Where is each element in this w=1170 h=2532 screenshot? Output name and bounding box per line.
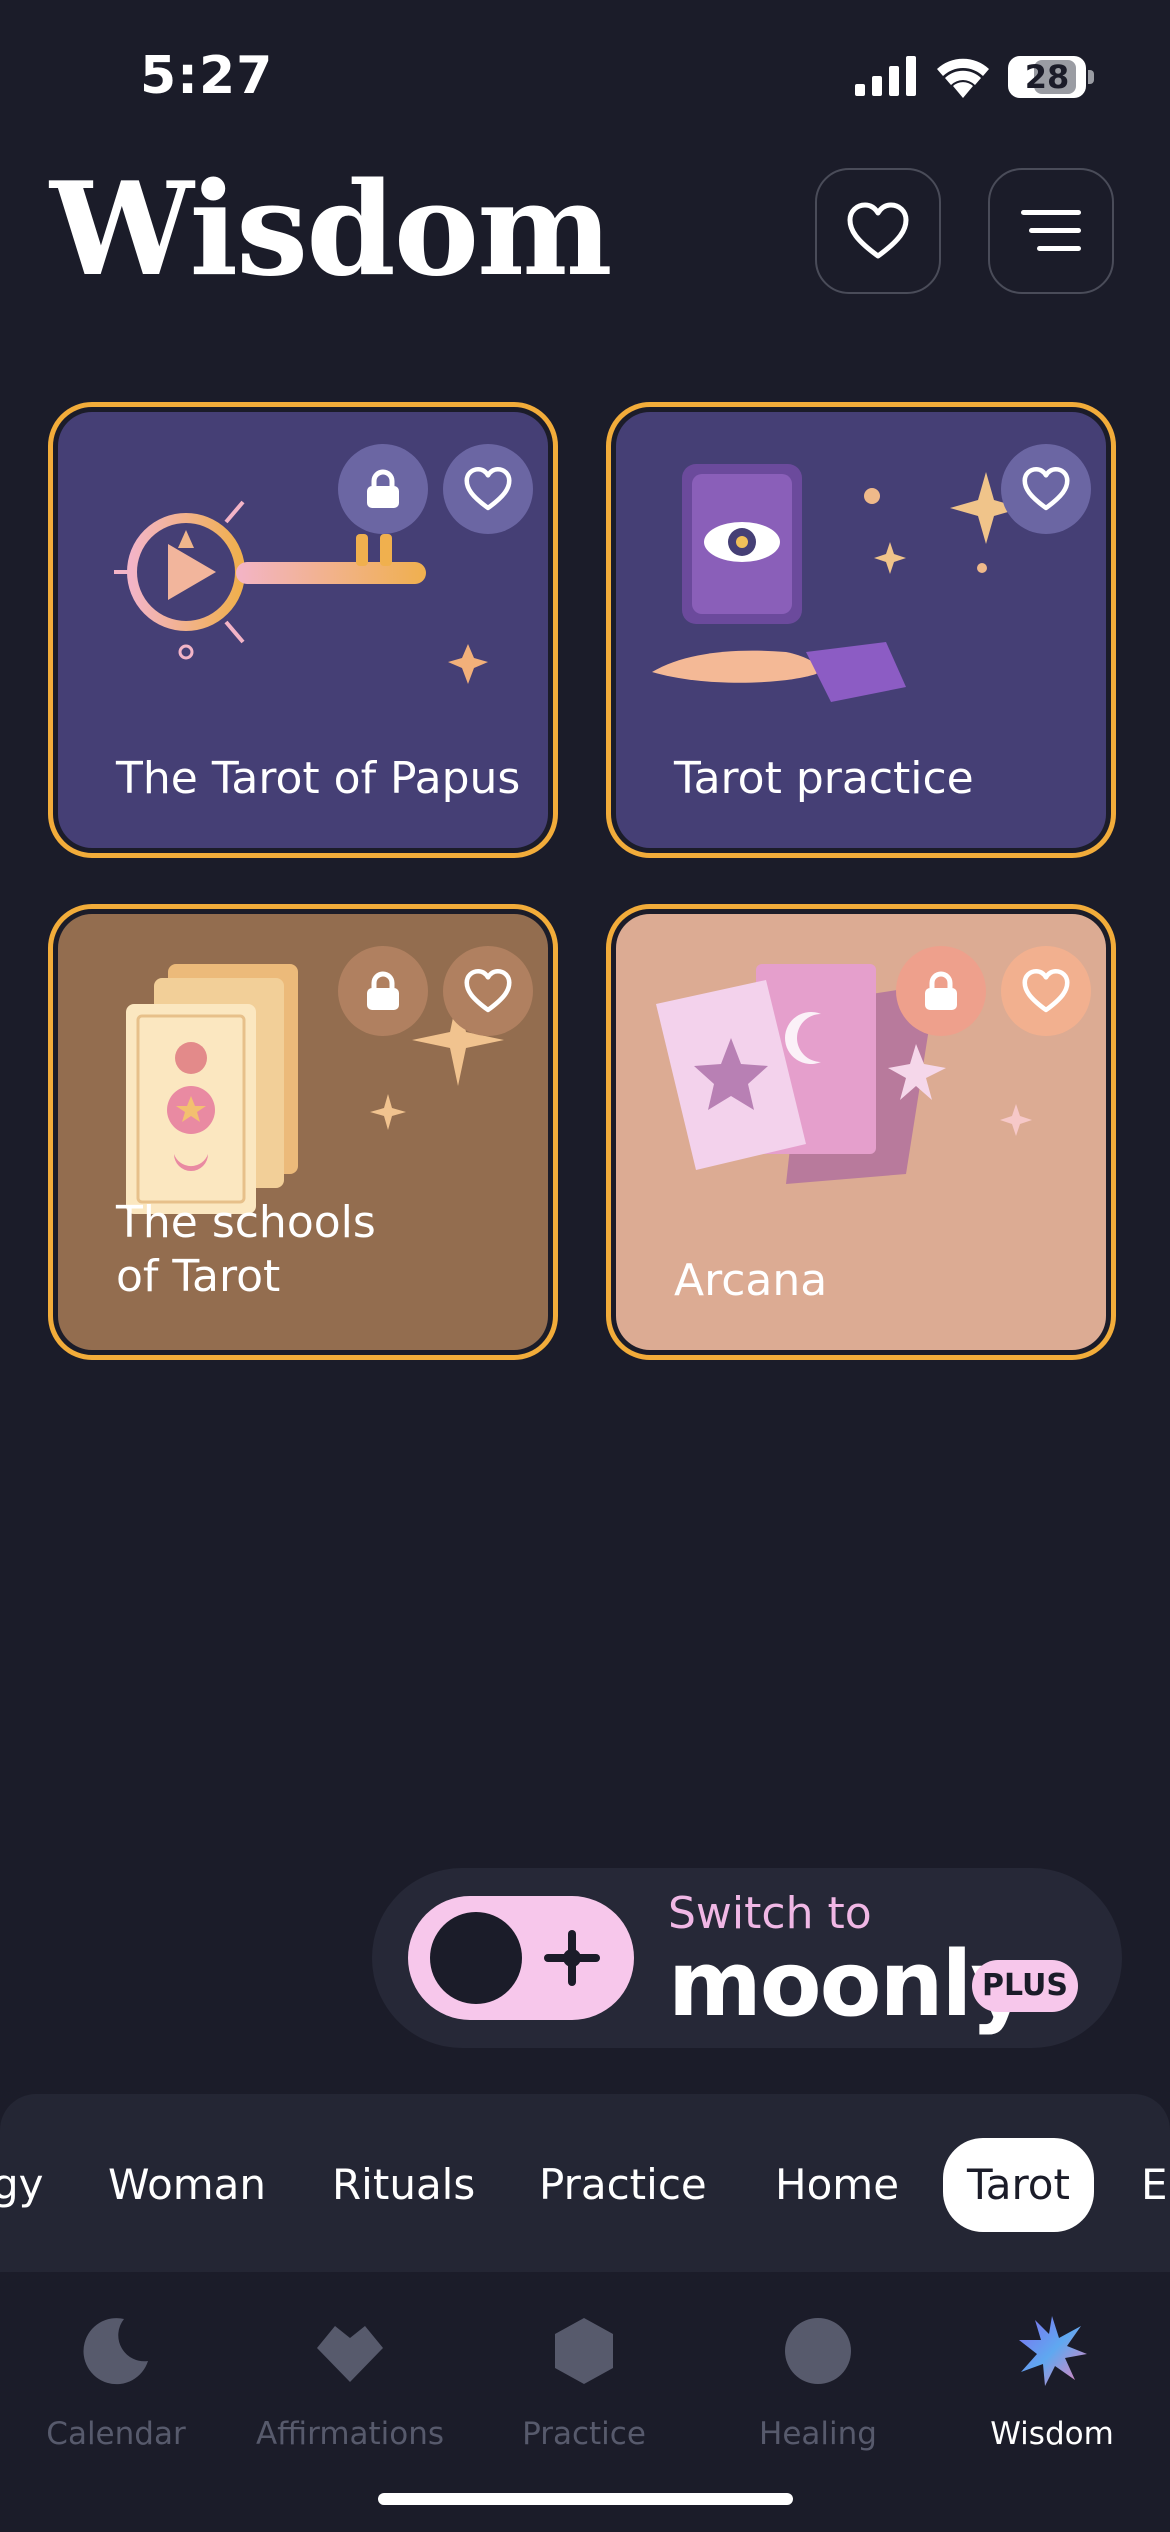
- key-illustration: [114, 500, 488, 684]
- category-item-home[interactable]: Home: [775, 2138, 899, 2232]
- tab-affirmations[interactable]: Affirmations: [240, 2308, 460, 2452]
- category-item-tarot[interactable]: Tarot: [943, 2138, 1094, 2232]
- plus-icon: [544, 1930, 600, 1986]
- heart-outline-icon: [1022, 467, 1070, 511]
- heart-outline-icon: [464, 467, 512, 511]
- lock-icon: [925, 971, 957, 1010]
- battery-nub: [1088, 70, 1094, 84]
- card-title: The schools of Tarot: [116, 1196, 376, 1304]
- card-background: The Tarot of Papus: [58, 412, 548, 848]
- battery-percent: 28: [1024, 58, 1070, 96]
- category-item-practice[interactable]: Practice: [539, 2138, 707, 2232]
- favorites-button[interactable]: [815, 168, 941, 294]
- lock-icon: [367, 469, 399, 508]
- card-arcana[interactable]: Arcana: [606, 904, 1116, 1360]
- category-item[interactable]: En: [1141, 2138, 1170, 2232]
- favorite-button[interactable]: [443, 444, 533, 534]
- status-time: 5:27: [140, 46, 274, 106]
- page-title: Wisdom: [50, 155, 612, 305]
- tab-label: Practice: [522, 2416, 646, 2452]
- heart-outline-icon: [847, 202, 909, 259]
- lock-badge: [338, 946, 428, 1036]
- tab-practice[interactable]: Practice: [474, 2308, 694, 2452]
- category-item[interactable]: gy: [0, 2138, 44, 2232]
- battery-icon: 28: [1008, 56, 1086, 98]
- status-bar: 5:27 28: [0, 0, 1170, 150]
- star-burst-icon: [1019, 2316, 1087, 2386]
- favorite-button[interactable]: [1001, 444, 1091, 534]
- card-title-line-2: of Tarot: [116, 1251, 281, 1302]
- tab-label: Affirmations: [255, 2416, 445, 2452]
- circle-icon: [785, 2318, 851, 2384]
- lock-icon: [367, 971, 399, 1010]
- category-item-woman[interactable]: Woman: [108, 2138, 266, 2232]
- menu-button[interactable]: [988, 168, 1114, 294]
- favorite-button[interactable]: [443, 946, 533, 1036]
- card-background: Tarot practice: [616, 412, 1106, 848]
- category-item-rituals[interactable]: Rituals: [332, 2138, 475, 2232]
- lock-badge: [338, 444, 428, 534]
- moon-icon: [430, 1912, 522, 2004]
- favorite-button[interactable]: [1001, 946, 1091, 1036]
- card-tarot-of-papus[interactable]: The Tarot of Papus: [48, 402, 558, 858]
- heart-outline-icon: [1022, 969, 1070, 1013]
- card-title-line-1: The schools: [116, 1197, 376, 1248]
- plus-badge: PLUS: [972, 1960, 1078, 2012]
- hexagon-icon: [555, 2318, 613, 2384]
- card-schools-of-tarot[interactable]: The schools of Tarot: [48, 904, 558, 1360]
- tab-label: Calendar: [46, 2416, 186, 2452]
- moon-plus-toggle: [408, 1896, 634, 2020]
- home-indicator: [378, 2493, 793, 2505]
- card-title: Arcana: [674, 1255, 828, 1306]
- card-title: The Tarot of Papus: [116, 753, 521, 804]
- heart-outline-icon: [464, 969, 512, 1013]
- tab-label: Healing: [759, 2416, 877, 2452]
- tab-label: Wisdom: [990, 2416, 1114, 2452]
- wifi-icon: [937, 58, 989, 98]
- moon-icon: [83, 2318, 148, 2385]
- category-bar: gy Woman Rituals Practice Home Tarot En: [0, 2094, 1170, 2272]
- tab-wisdom[interactable]: Wisdom: [942, 2308, 1162, 2452]
- card-background: Arcana: [616, 914, 1106, 1350]
- heart-icon: [317, 2326, 383, 2382]
- tab-calendar[interactable]: Calendar: [6, 2308, 226, 2452]
- tab-healing[interactable]: Healing: [708, 2308, 928, 2452]
- lock-badge: [896, 946, 986, 1036]
- cellular-signal-icon: [855, 56, 916, 96]
- hamburger-menu-icon: [1021, 210, 1081, 251]
- card-background: The schools of Tarot: [58, 914, 548, 1350]
- card-title: Tarot practice: [674, 753, 974, 804]
- upgrade-promo-button[interactable]: Switch to moonly PLUS: [372, 1868, 1122, 2048]
- card-tarot-practice[interactable]: Tarot practice: [606, 402, 1116, 858]
